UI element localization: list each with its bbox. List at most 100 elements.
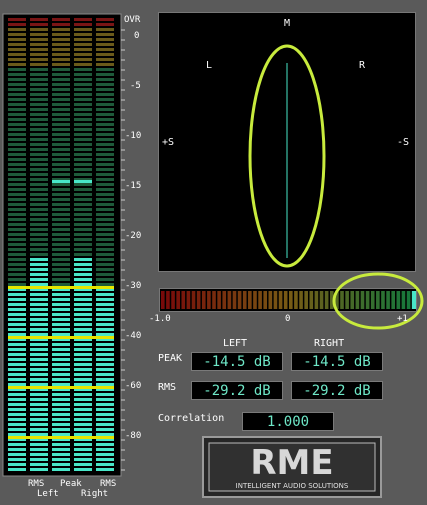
meter-segment: [74, 418, 92, 421]
correlation-segment: [304, 291, 308, 309]
meter-segment: [96, 443, 114, 446]
meter-segment: [96, 308, 114, 311]
meter-segment: [8, 318, 26, 321]
meter-segment: [30, 103, 48, 106]
meter-segment: [8, 93, 26, 96]
meter-segment: [30, 213, 48, 216]
meter-segment: [74, 73, 92, 76]
label-peak: Peak: [60, 479, 82, 489]
meter-segment: [52, 113, 70, 116]
meter-segment: [8, 468, 26, 471]
meter-segment: [8, 28, 26, 31]
meter-segment: [8, 258, 26, 261]
meter-segment: [74, 198, 92, 201]
meter-segment: [74, 43, 92, 46]
meter-segment: [96, 233, 114, 236]
meter-segment: [52, 323, 70, 326]
meter-segment: [96, 363, 114, 366]
meter-segment: [52, 218, 70, 221]
meter-segment: [74, 298, 92, 301]
meter-segment: [8, 458, 26, 461]
meter-segment: [30, 118, 48, 121]
meter-segment: [52, 208, 70, 211]
meter-segment: [8, 248, 26, 251]
meter-segment: [96, 213, 114, 216]
meter-segment: [30, 258, 48, 261]
meter-segment: [8, 123, 26, 126]
meter-segment: [96, 173, 114, 176]
meter-segment: [74, 458, 92, 461]
correlation-segment: [191, 291, 196, 309]
meter-segment: [52, 163, 70, 166]
meter-segment: [30, 173, 48, 176]
meter-segment: [30, 418, 48, 421]
meter-segment: [8, 58, 26, 61]
meter-segment: [52, 333, 70, 336]
meter-segment: [52, 238, 70, 241]
gonio-label-plus-s: +S: [162, 137, 175, 148]
meter-segment: [52, 418, 70, 421]
correlation-segment: [222, 291, 227, 309]
rme-logo: RME INTELLIGENT AUDIO SOLUTIONS: [202, 436, 382, 498]
meter-segment: [96, 138, 114, 141]
meter-segment: [8, 398, 26, 401]
meter-segment: [8, 403, 26, 406]
meter-segment: [8, 313, 26, 316]
meter-segment: [8, 143, 26, 146]
meter-segment: [52, 103, 70, 106]
meter-segment: [52, 298, 70, 301]
meter-segment: [8, 353, 26, 356]
meter-segment: [74, 363, 92, 366]
meter-segment: [52, 393, 70, 396]
meter-segment: [8, 383, 26, 386]
meter-marker-line: [8, 286, 114, 289]
meter-segment: [96, 253, 114, 256]
meter-segment: [74, 273, 92, 276]
meter-segment: [30, 293, 48, 296]
meter-segment: [52, 448, 70, 451]
meter-segment: [30, 308, 48, 311]
meter-segment: [30, 18, 48, 21]
meter-segment: [30, 23, 48, 26]
meter-segment: [52, 373, 70, 376]
meter-segment: [52, 368, 70, 371]
rms-right-readout: -29.2 dB: [291, 381, 383, 400]
meter-segment: [8, 443, 26, 446]
correlation-segment: [309, 291, 314, 309]
meter-segment: [30, 408, 48, 411]
meter-segment: [30, 158, 48, 161]
meter-segment: [30, 83, 48, 86]
meter-segment: [8, 273, 26, 276]
meter-segment: [52, 253, 70, 256]
meter-segment: [74, 143, 92, 146]
meter-segment: [74, 38, 92, 41]
meter-segment: [96, 468, 114, 471]
meter-segment: [30, 53, 48, 56]
meter-segment: [8, 373, 26, 376]
meter-segment: [96, 183, 114, 186]
meter-segment: [74, 138, 92, 141]
scale-label-15: -15: [125, 181, 142, 191]
meter-segment: [30, 88, 48, 91]
meter-segment: [52, 328, 70, 331]
correlation-segment: [268, 291, 273, 309]
meter-segment: [74, 148, 92, 151]
scale-label-60: -60: [125, 381, 142, 391]
meter-segment: [74, 108, 92, 111]
meter-segment: [96, 58, 114, 61]
meter-segment: [96, 38, 114, 41]
meter-segment: [74, 18, 92, 21]
meter-segment: [74, 278, 92, 281]
meter-segment: [96, 133, 114, 136]
meter-segment: [30, 303, 48, 306]
meter-segment: [8, 48, 26, 51]
meter-segment: [8, 303, 26, 306]
meter-segment: [52, 43, 70, 46]
peak-hold-marker: [52, 180, 70, 183]
meter-segment: [74, 408, 92, 411]
meter-segment: [8, 428, 26, 431]
meter-segment: [96, 433, 114, 436]
meter-segment: [96, 228, 114, 231]
meter-segment: [30, 168, 48, 171]
meter-segment: [74, 378, 92, 381]
